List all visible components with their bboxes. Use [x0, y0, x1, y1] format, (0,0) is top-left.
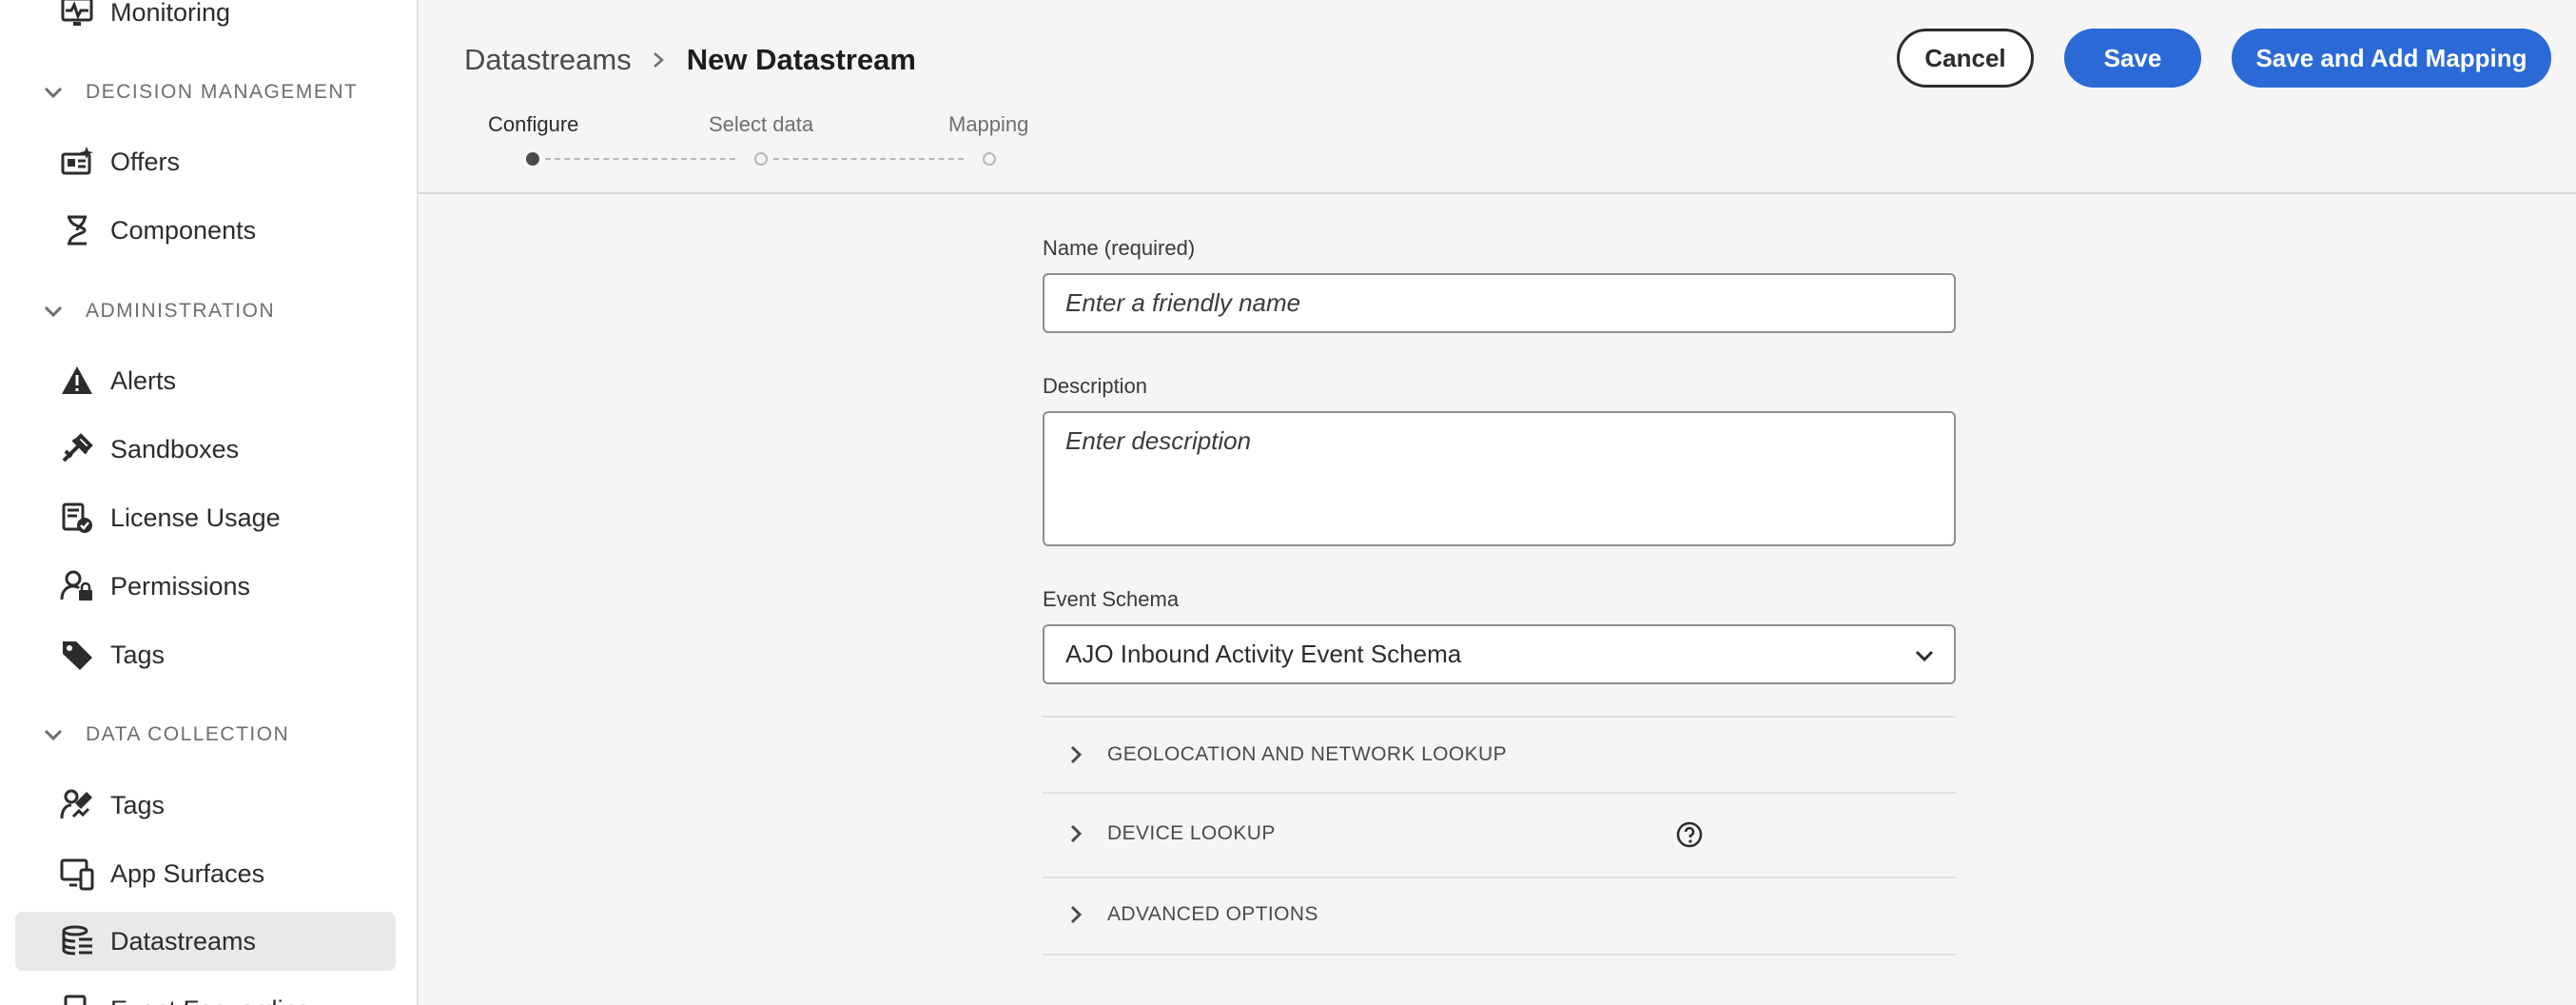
accordion-divider — [1043, 792, 1956, 794]
step-mapping-label: Mapping — [948, 112, 1029, 136]
chevron-down-icon — [42, 298, 68, 325]
save-button[interactable]: Save — [2064, 29, 2201, 88]
accordion-geolocation[interactable]: GEOLOCATION AND NETWORK LOOKUP — [1043, 726, 1956, 783]
sidebar-item-tags-admin[interactable]: Tags — [15, 625, 396, 684]
sandboxes-icon — [59, 431, 95, 467]
event-schema-selected-value: AJO Inbound Activity Event Schema — [1065, 640, 1462, 668]
step-connector — [545, 158, 735, 160]
sidebar-item-label: Offers — [110, 147, 181, 176]
sidebar-item-label: Sandboxes — [110, 434, 240, 463]
description-placeholder: Enter description — [1065, 426, 1252, 455]
chevron-right-icon — [1065, 744, 1086, 765]
sidebar-item-app-surfaces[interactable]: App Surfaces — [15, 844, 396, 903]
section-header-label: ADMINISTRATION — [86, 300, 276, 322]
description-textarea[interactable]: Enter description — [1043, 411, 1956, 546]
header-divider — [419, 192, 2576, 194]
chevron-right-icon — [649, 49, 670, 70]
chevron-down-icon — [42, 721, 68, 748]
section-header-decision-management[interactable]: DECISION MANAGEMENT — [42, 73, 358, 111]
accordion-device-lookup[interactable]: DEVICE LOOKUP — [1043, 805, 1956, 862]
sidebar-item-label: Datastreams — [110, 926, 257, 956]
sidebar-item-label: Monitoring — [110, 0, 231, 27]
section-header-label: DECISION MANAGEMENT — [86, 81, 359, 103]
name-input[interactable]: Enter a friendly name — [1043, 273, 1956, 333]
step-select-data-indicator — [754, 152, 768, 166]
page-title: New Datastream — [686, 43, 916, 76]
sidebar-item-label: App Surfaces — [110, 858, 265, 888]
sidebar-item-sandboxes[interactable]: Sandboxes — [15, 420, 396, 479]
sidebar-item-label: Event Forwarding — [110, 995, 312, 1005]
name-field-label: Name (required) — [1043, 236, 1196, 260]
step-select-data-label: Select data — [709, 112, 814, 136]
sidebar-item-license-usage[interactable]: License Usage — [15, 488, 396, 547]
license-usage-icon — [59, 500, 95, 536]
datastreams-icon — [59, 923, 95, 959]
event-schema-select[interactable]: AJO Inbound Activity Event Schema — [1043, 624, 1956, 684]
accordion-divider — [1043, 716, 1956, 718]
event-forwarding-icon — [59, 992, 95, 1005]
app-surfaces-icon — [59, 856, 95, 892]
chevron-right-icon — [1065, 904, 1086, 925]
sidebar-item-datastreams[interactable]: Datastreams — [15, 912, 396, 971]
accordion-title: ADVANCED OPTIONS — [1107, 903, 1318, 925]
sidebar-item-label: Permissions — [110, 571, 251, 601]
main-panel: Datastreams New Datastream Cancel Save S… — [419, 0, 2576, 1005]
accordion-divider — [1043, 954, 1956, 956]
section-header-label: DATA COLLECTION — [86, 723, 290, 745]
tags-hand-icon — [59, 787, 95, 823]
accordion-title: GEOLOCATION AND NETWORK LOOKUP — [1107, 743, 1508, 765]
section-header-administration[interactable]: ADMINISTRATION — [42, 292, 275, 330]
step-mapping-indicator — [983, 152, 996, 166]
accordion-title: DEVICE LOOKUP — [1107, 822, 1276, 844]
chevron-down-icon — [42, 79, 68, 106]
event-schema-field-label: Event Schema — [1043, 587, 1180, 611]
sidebar-item-alerts[interactable]: Alerts — [15, 351, 396, 410]
step-connector — [773, 158, 964, 160]
sidebar-item-monitoring[interactable]: Monitoring — [15, 0, 396, 42]
name-input-placeholder: Enter a friendly name — [1065, 288, 1301, 317]
sidebar-item-tags-data-collection[interactable]: Tags — [15, 776, 396, 835]
accordion-advanced-options[interactable]: ADVANCED OPTIONS — [1043, 886, 1956, 943]
sidebar-item-event-forwarding[interactable]: Event Forwarding — [15, 980, 396, 1005]
help-icon[interactable] — [1676, 821, 1703, 848]
offers-icon — [59, 144, 95, 180]
sidebar: Monitoring DECISION MANAGEMENT Offers Co… — [0, 0, 419, 1005]
breadcrumb: Datastreams New Datastream — [464, 38, 916, 82]
accordion-divider — [1043, 877, 1956, 878]
sidebar-item-label: Components — [110, 215, 257, 245]
step-configure-indicator — [526, 152, 539, 166]
save-and-add-mapping-button[interactable]: Save and Add Mapping — [2232, 29, 2551, 88]
stepper: Configure Select data Mapping — [419, 112, 1084, 179]
step-configure-label: Configure — [488, 112, 579, 136]
breadcrumb-datastreams[interactable]: Datastreams — [464, 43, 632, 77]
section-header-data-collection[interactable]: DATA COLLECTION — [42, 716, 289, 754]
sidebar-item-label: Alerts — [110, 365, 177, 395]
cancel-button[interactable]: Cancel — [1897, 29, 2034, 88]
sidebar-item-permissions[interactable]: Permissions — [15, 557, 396, 616]
sidebar-item-offers[interactable]: Offers — [15, 132, 396, 191]
chevron-down-icon — [1912, 643, 1937, 668]
sidebar-item-label: License Usage — [110, 502, 281, 532]
description-field-label: Description — [1043, 374, 1148, 398]
sidebar-item-label: Tags — [110, 640, 166, 669]
alert-icon — [59, 363, 95, 399]
monitoring-icon — [59, 0, 95, 30]
sidebar-item-components[interactable]: Components — [15, 201, 396, 260]
components-icon — [59, 212, 95, 248]
tag-icon — [59, 637, 95, 673]
permissions-icon — [59, 568, 95, 604]
sidebar-item-label: Tags — [110, 790, 166, 819]
chevron-right-icon — [1065, 823, 1086, 844]
